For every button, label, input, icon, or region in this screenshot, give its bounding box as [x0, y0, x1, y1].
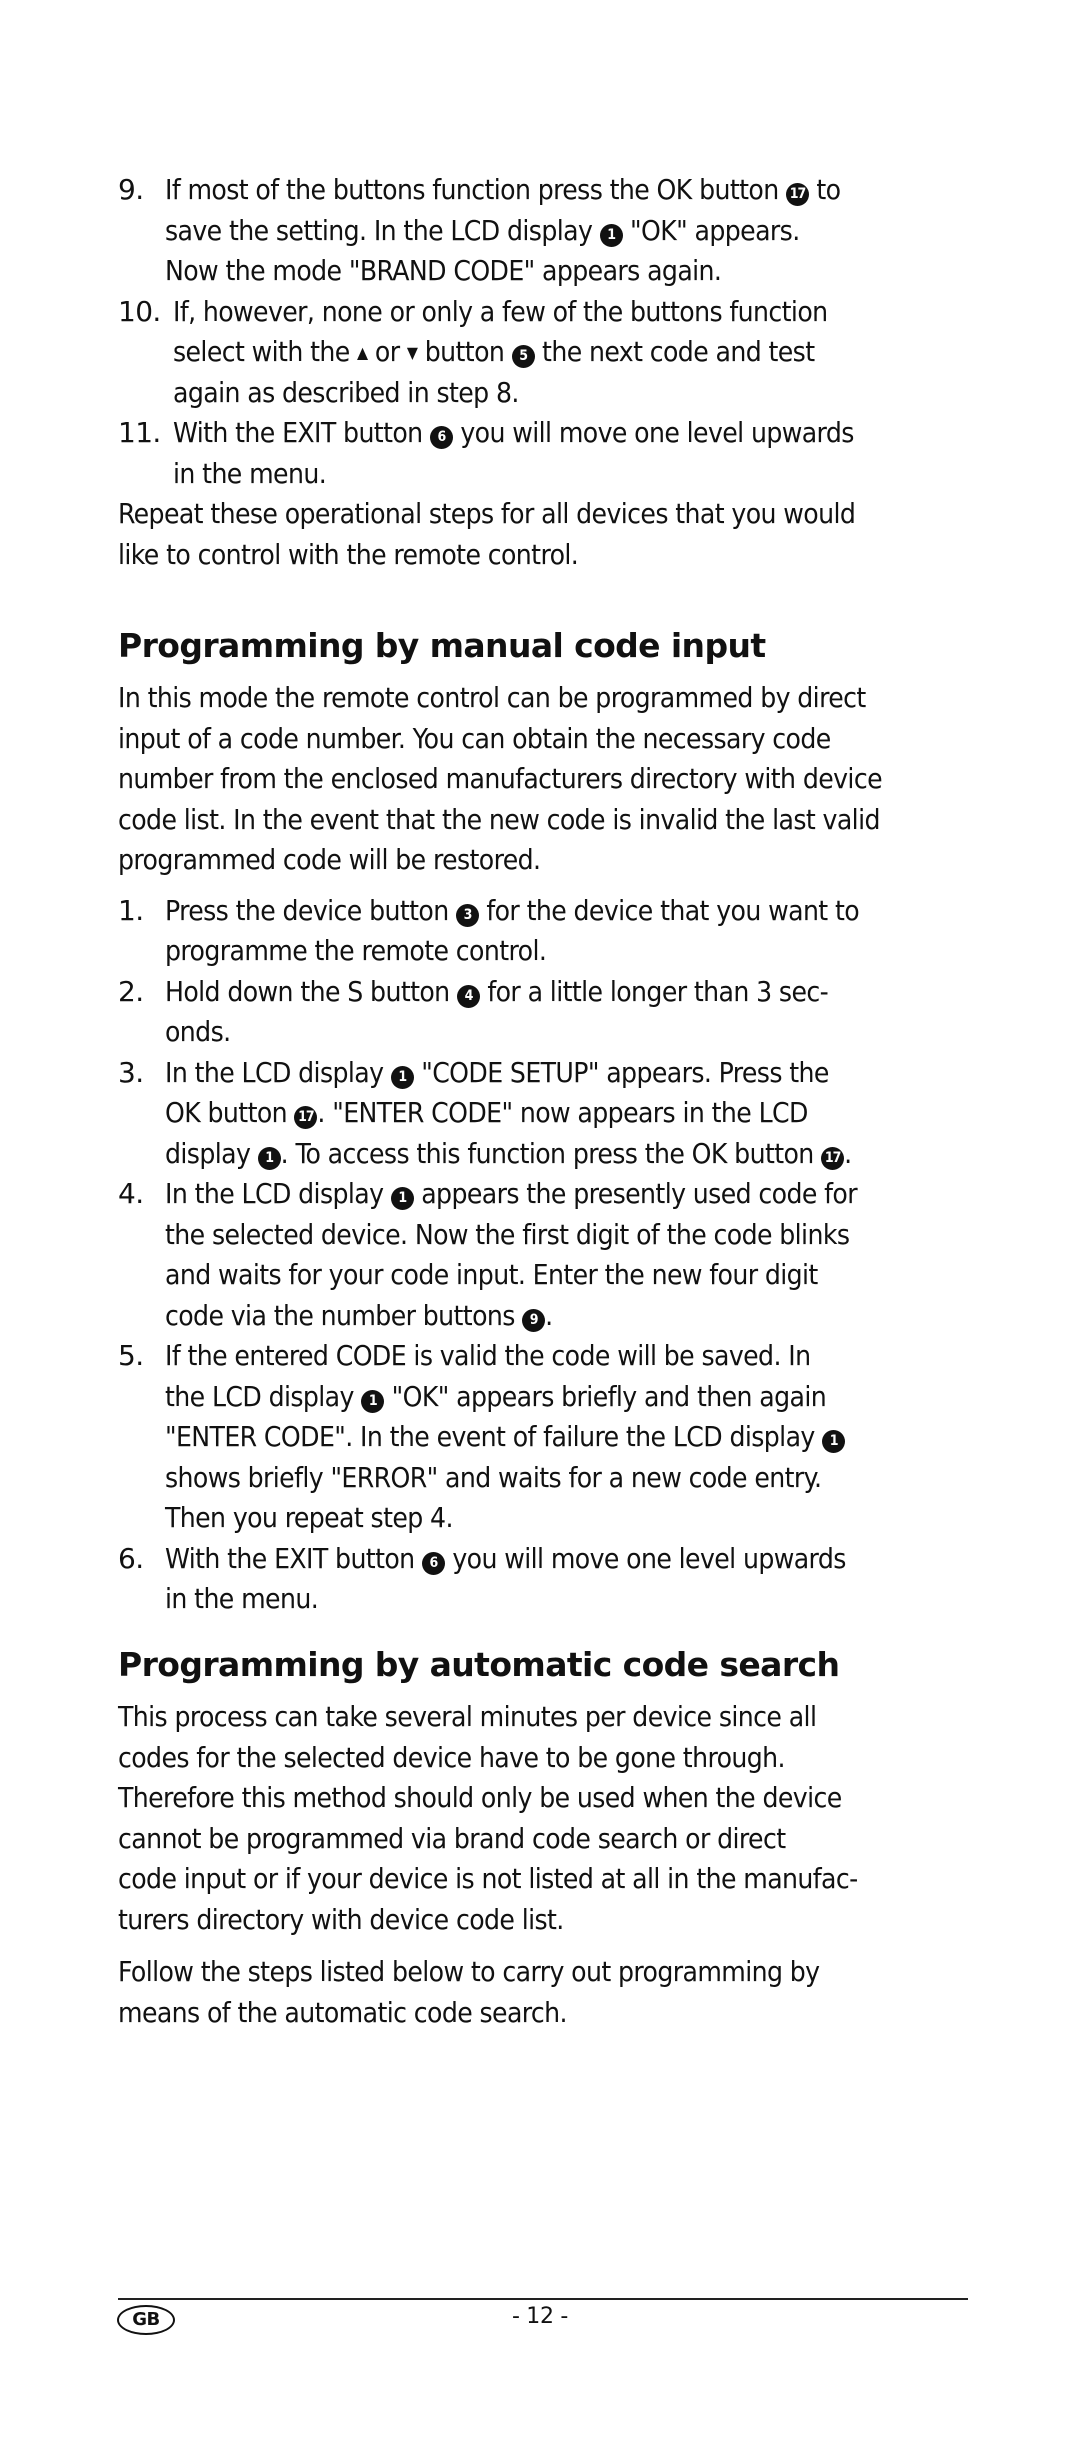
callout-number-1-icon: 1: [361, 1389, 385, 1413]
auto-follow-text: Follow the steps listed below to carry o…: [118, 1955, 820, 1988]
manual-step-line: display 1. To access this function press…: [165, 1136, 852, 1170]
manual-step-line: With the EXIT button 6 you will move one…: [165, 1541, 846, 1575]
callout-number-1-icon: 1: [390, 1065, 414, 1089]
auto-intro-text: codes for the selected device have to be…: [118, 1740, 786, 1774]
manual-step-number: 1.: [118, 893, 144, 927]
manual-step-number: 4.: [118, 1177, 144, 1210]
manual-step-line: Then you repeat step 4.: [165, 1501, 453, 1534]
brand-search-step-line: save the setting. In the LCD display 1 "…: [165, 213, 800, 247]
manual-intro-text: code list. In the event that the new cod…: [118, 802, 880, 836]
callout-number-17-icon: 17: [785, 183, 809, 206]
manual-step-line: shows briefly "ERROR" and waits for a ne…: [165, 1460, 822, 1494]
manual-step-number: 6.: [118, 1541, 144, 1575]
manual-step-line: In the LCD display 1 appears the present…: [165, 1177, 858, 1210]
manual-intro-text: input of a code number. You can obtain t…: [118, 721, 831, 755]
arrow-down-icon: ▼: [406, 343, 418, 362]
auto-intro-text: cannot be programmed via brand code sear…: [118, 1821, 786, 1855]
manual-step-line: in the menu.: [165, 1582, 319, 1615]
auto-intro-text: turers directory with device code list.: [118, 1902, 564, 1936]
auto-follow-text: means of the automatic code search.: [118, 1995, 568, 2029]
callout-number-17-icon: 17: [294, 1106, 318, 1129]
brand-search-step-line: With the EXIT button 6 you will move one…: [173, 416, 854, 449]
brand-search-step-line: If most of the buttons function press th…: [165, 173, 841, 206]
callout-number-6-icon: 6: [421, 1551, 445, 1575]
manual-intro-text: programmed code will be restored.: [118, 843, 541, 876]
brand-search-step-line: If, however, none or only a few of the b…: [173, 294, 828, 328]
auto-intro-text: This process can take several minutes pe…: [118, 1700, 817, 1733]
manual-step-line: In the LCD display 1 "CODE SETUP" appear…: [165, 1055, 829, 1089]
manual-step-number: 5.: [118, 1339, 144, 1372]
manual-step-line: code via the number buttons 9.: [165, 1298, 553, 1332]
section-heading-manual: Programming by manual code input: [118, 626, 766, 665]
page-number: - 12 -: [511, 2304, 569, 2329]
callout-number-3-icon: 3: [455, 903, 479, 927]
manual-step-line: If the entered CODE is valid the code wi…: [165, 1339, 811, 1372]
callout-number-1-icon: 1: [822, 1430, 846, 1453]
manual-step-line: Hold down the S button 4 for a little lo…: [165, 974, 829, 1008]
manual-intro-text: number from the enclosed manufacturers d…: [118, 762, 883, 795]
manual-intro-text: In this mode the remote control can be p…: [118, 681, 866, 714]
auto-intro-text: code input or if your device is not list…: [118, 1862, 858, 1895]
brand-search-step-number: 11.: [118, 416, 161, 449]
callout-number-1-icon: 1: [390, 1187, 414, 1210]
callout-number-4-icon: 4: [456, 984, 480, 1008]
section-heading-auto: Programming by automatic code search: [118, 1645, 840, 1684]
arrow-up-icon: ▲: [357, 343, 368, 362]
brand-search-step-number: 9.: [118, 173, 144, 206]
callout-number-5-icon: 5: [511, 345, 535, 368]
callout-number-6-icon: 6: [429, 426, 453, 449]
manual-step-line: Press the device button 3 for the device…: [165, 893, 860, 927]
callout-number-1-icon: 1: [599, 223, 623, 247]
closing-text: like to control with the remote control.: [118, 537, 579, 571]
callout-number-9-icon: 9: [522, 1308, 546, 1332]
brand-search-step-line: again as described in step 8.: [173, 375, 519, 409]
closing-text: Repeat these operational steps for all d…: [118, 497, 856, 530]
brand-search-step-line: Now the mode "BRAND CODE" appears again.: [165, 254, 722, 287]
brand-search-step-line: in the menu.: [173, 456, 327, 490]
manual-step-line: and waits for your code input. Enter the…: [165, 1258, 818, 1291]
manual-step-line: "ENTER CODE". In the event of failure th…: [165, 1417, 846, 1457]
footer-rule: [118, 2298, 968, 2300]
manual-step-line: the LCD display 1 "OK" appears briefly a…: [165, 1379, 827, 1413]
auto-intro-text: Therefore this method should only be use…: [118, 1781, 842, 1814]
brand-search-step-number: 10.: [118, 294, 161, 328]
manual-step-number: 3.: [118, 1055, 144, 1089]
brand-search-step-line: select with the ▲ or ▼ button 5 the next…: [173, 335, 815, 368]
manual-step-line: the selected device. Now the first digit…: [165, 1217, 850, 1251]
callout-number-1-icon: 1: [257, 1146, 281, 1170]
manual-step-line: onds.: [165, 1015, 231, 1048]
manual-step-number: 2.: [118, 974, 144, 1008]
manual-step-line: OK button 17. "ENTER CODE" now appears i…: [165, 1096, 808, 1129]
manual-step-line: programme the remote control.: [165, 934, 547, 967]
callout-number-17-icon: 17: [821, 1146, 845, 1170]
